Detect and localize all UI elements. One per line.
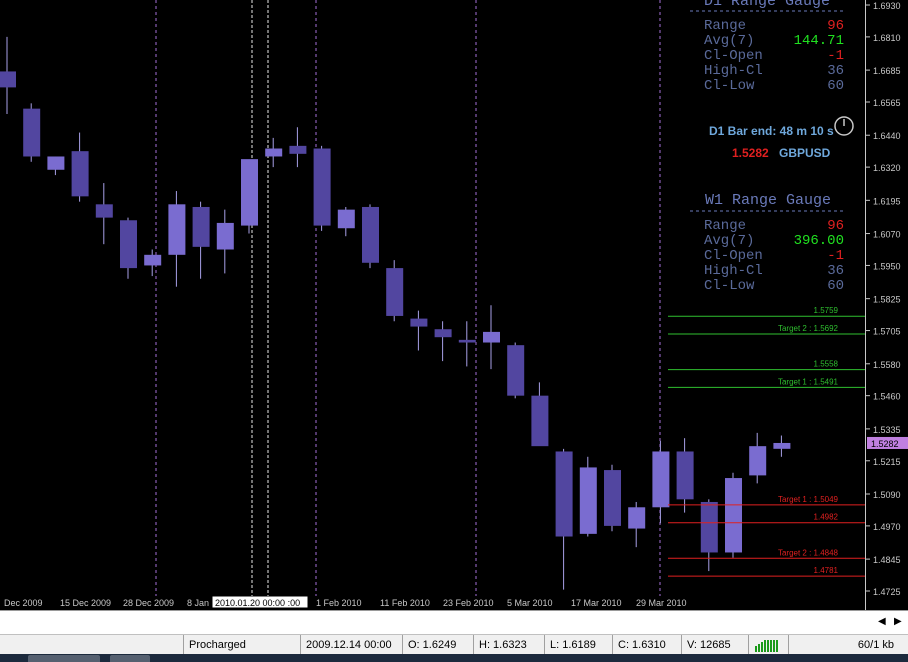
status-profile[interactable]: Procharged — [183, 635, 301, 655]
taskbar-button[interactable] — [28, 655, 100, 662]
time-tick-label: 15 Dec 2009 — [60, 598, 111, 608]
gauge-row-value: 96 — [827, 218, 844, 234]
target-levels: 1.5759 Target 2 : 1.5692 1.5558 Target 1 : … — [668, 306, 865, 577]
price-axis-labels: 1.6930 1.6810 1.6685 1.6565 1.6440 1.6320 1.61… — [866, 1, 908, 597]
gauge-row-label: Cl-Open — [704, 48, 763, 64]
status-low: L: 1.6189 — [544, 635, 616, 655]
crosshair-time-label: 2010.01.20 00:00 :00 — [215, 598, 300, 608]
price-axis[interactable]: 1.6930 1.6810 1.6685 1.6565 1.6440 1.6320 1.61… — [865, 0, 908, 597]
gauge-row-label: High-Cl — [704, 263, 763, 279]
status-traffic: 60/1 kb — [788, 635, 900, 655]
status-volume: V: 12685 — [681, 635, 749, 655]
price-tick-label: 1.5460 — [873, 392, 901, 402]
time-tick-label: 5 Mar 2010 — [507, 598, 553, 608]
time-axis-labels: Dec 2009 15 Dec 2009 28 Dec 2009 8 Jan 1 Feb… — [4, 595, 687, 609]
time-tick-label: 23 Feb 2010 — [443, 598, 494, 608]
indicator-overlay: D1 Range Gauge Range 96 Avg(7) 144.71 Cl-Op… — [668, 0, 865, 577]
price-tick-label: 1.5335 — [873, 425, 901, 435]
price-tick-label: 1.5580 — [873, 360, 901, 370]
gauge-row-value: 396.00 — [794, 233, 844, 249]
tab-scroll-right-icon[interactable]: ▶ — [894, 616, 902, 627]
price-tick-label: 1.4845 — [873, 555, 901, 565]
price-tick-label: 1.5090 — [873, 490, 901, 500]
gauge-row-value: 60 — [827, 278, 844, 294]
time-tick-label: 28 Dec 2009 — [123, 598, 174, 608]
time-tick-label: 11 Feb 2010 — [380, 598, 430, 608]
status-close: C: 1.6310 — [612, 635, 684, 655]
price-tick-label: 1.5825 — [873, 295, 901, 305]
taskbar-button[interactable] — [110, 655, 150, 662]
bar-end-text: D1 Bar end: 48 m 10 s — [709, 124, 834, 138]
w1-range-gauge: W1 Range Gauge Range 96 Avg(7) 396.00 Cl-Op… — [690, 192, 846, 294]
gauge-row-label: High-Cl — [704, 63, 763, 79]
gauge-row-label: Avg(7) — [704, 233, 754, 249]
d1-gauge-title: D1 Range Gauge — [704, 0, 830, 10]
target-label: Target 2 : 1.5692 — [778, 324, 839, 333]
price-tick-label: 1.6440 — [873, 131, 901, 141]
status-bar: Procharged 2009.12.14 00:00 O: 1.6249 H:… — [0, 634, 908, 655]
current-price-label: 1.5282 — [871, 439, 899, 449]
price-tick-label: 1.6195 — [873, 196, 901, 206]
price-tick-label: 1.6070 — [873, 230, 901, 240]
status-high: H: 1.6323 — [473, 635, 545, 655]
gauge-row-value: -1 — [827, 248, 844, 264]
price-tick-label: 1.5215 — [873, 457, 901, 467]
target-label: Target 2 : 1.4848 — [778, 548, 839, 557]
price-tick-label: 1.4970 — [873, 522, 901, 532]
axis-corner — [865, 596, 908, 610]
target-label: 1.4781 — [814, 566, 839, 575]
bar-end-price: 1.5282 — [732, 146, 769, 160]
gauge-row-value: 144.71 — [794, 33, 844, 49]
price-tick-label: 1.4725 — [873, 587, 901, 596]
gauge-row-label: Range — [704, 18, 746, 34]
price-tick-label: 1.6565 — [873, 98, 901, 108]
connection-bars-icon — [748, 635, 790, 655]
bar-end-symbol: GBPUSD — [779, 146, 831, 160]
time-tick-label: Dec 2009 — [4, 598, 43, 608]
time-tick-label: 29 Mar 2010 — [636, 598, 687, 608]
price-tick-label: 1.5705 — [873, 327, 901, 337]
price-tick-label: 1.6685 — [873, 66, 901, 76]
os-taskbar — [0, 654, 908, 662]
target-label: Target 1 : 1.5491 — [778, 377, 839, 386]
bar-end-timer: D1 Bar end: 48 m 10 s 1.5282 GBPUSD — [709, 116, 854, 160]
price-tick-label: 1.5950 — [873, 261, 901, 271]
time-tick-label: 17 Mar 2010 — [571, 598, 622, 608]
chart-tab-strip[interactable]: ◀ ▶ — [0, 610, 908, 635]
gauge-row-label: Avg(7) — [704, 33, 754, 49]
gauge-row-label: Range — [704, 218, 746, 234]
time-axis[interactable]: Dec 2009 15 Dec 2009 28 Dec 2009 8 Jan 1 Feb… — [0, 595, 865, 610]
gauge-row-label: Cl-Low — [704, 278, 755, 294]
gauge-row-value: 36 — [827, 263, 844, 279]
gauge-row-label: Cl-Low — [704, 78, 755, 94]
gauge-row-value: 36 — [827, 63, 844, 79]
w1-gauge-title: W1 Range Gauge — [705, 192, 831, 209]
target-label: Target 1 : 1.5049 — [778, 495, 839, 504]
price-tick-label: 1.6930 — [873, 1, 901, 11]
time-tick-label: 1 Feb 2010 — [316, 598, 362, 608]
price-tick-label: 1.6810 — [873, 33, 901, 43]
target-label: 1.5759 — [814, 306, 839, 315]
d1-range-gauge: D1 Range Gauge Range 96 Avg(7) 144.71 Cl-Op… — [690, 0, 846, 94]
gauge-row-value: 60 — [827, 78, 844, 94]
gauge-row-value: -1 — [827, 48, 844, 64]
tab-scroll-left-icon[interactable]: ◀ — [878, 616, 886, 627]
status-open: O: 1.6249 — [402, 635, 474, 655]
gauge-row-label: Cl-Open — [704, 248, 763, 264]
time-tick-label: 8 Jan — [187, 598, 209, 608]
target-label: 1.5558 — [814, 360, 839, 369]
price-tick-label: 1.6320 — [873, 163, 901, 173]
status-time: 2009.12.14 00:00 — [300, 635, 403, 655]
gauge-row-value: 96 — [827, 18, 844, 34]
clock-icon — [834, 116, 854, 136]
target-label: 1.4982 — [814, 513, 839, 522]
